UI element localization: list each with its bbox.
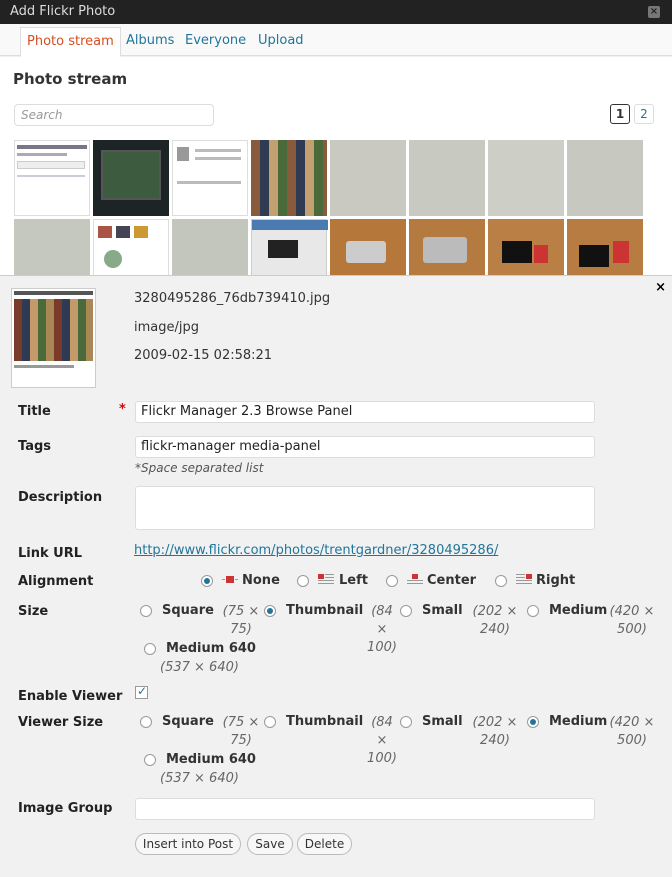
page-link[interactable]: 2 [634, 104, 654, 124]
tags-hint: *Space separated list [135, 461, 264, 475]
photo-thumbnail[interactable] [330, 140, 406, 216]
tab-photo-stream[interactable]: Photo stream [20, 27, 121, 57]
tab-albums[interactable]: Albums [120, 27, 180, 57]
tab-upload[interactable]: Upload [252, 27, 310, 57]
alignment-none-label: None [242, 573, 280, 588]
description-textarea[interactable] [135, 486, 595, 530]
align-center-icon [407, 574, 423, 584]
viewer-size-medium640-radio[interactable] [144, 754, 156, 766]
viewer-size-small-dims: (202 × 240) [472, 715, 518, 748]
save-button[interactable]: Save [247, 833, 293, 855]
size-small-label: Small [422, 603, 463, 618]
tags-input[interactable]: flickr-manager media-panel [135, 436, 595, 458]
viewer-size-small-radio[interactable] [400, 716, 412, 728]
viewer-size-small-label: Small [422, 714, 463, 729]
size-medium-label: Medium [549, 603, 608, 618]
size-square-dims: (75 × 75) [222, 604, 260, 637]
photo-thumbnail[interactable] [488, 140, 564, 216]
enable-viewer-checkbox[interactable] [135, 684, 148, 699]
viewer-size-medium640-label: Medium 640 [166, 752, 256, 767]
align-right-icon [516, 574, 532, 584]
photo-browser: Photo stream Search 1 2 [0, 57, 672, 275]
photo-thumbnail[interactable] [567, 140, 643, 216]
page-current: 1 [610, 104, 630, 124]
tab-everyone[interactable]: Everyone [179, 27, 252, 57]
delete-button[interactable]: Delete [297, 833, 352, 855]
viewer-size-thumbnail-dims: (84 × 100) [367, 715, 397, 766]
image-group-label: Image Group [18, 801, 113, 816]
size-thumbnail-label: Thumbnail [286, 603, 364, 618]
photo-date: 2009-02-15 02:58:21 [134, 348, 273, 363]
description-label: Description [18, 490, 103, 505]
size-thumbnail-dims: (84 × 100) [367, 604, 397, 655]
image-group-input[interactable] [135, 798, 595, 820]
size-label: Size [18, 604, 49, 619]
photo-filename: 3280495286_76db739410.jpg [134, 291, 331, 306]
dialog-title: Add Flickr Photo [10, 4, 116, 19]
size-medium-radio[interactable] [527, 605, 539, 617]
link-url[interactable]: http://www.flickr.com/photos/trentgardne… [134, 543, 498, 558]
photo-preview [11, 288, 96, 388]
viewer-size-square-label: Square [162, 714, 214, 729]
viewer-size-medium-radio[interactable] [527, 716, 539, 728]
photo-details-panel: × 3280495286_76db739410.jpg image/jpg 20… [0, 275, 672, 877]
viewer-size-thumbnail-radio[interactable] [264, 716, 276, 728]
alignment-center-label: Center [427, 573, 477, 588]
alignment-right-radio[interactable] [495, 575, 507, 587]
close-details-icon[interactable]: × [655, 280, 666, 295]
align-left-icon [318, 574, 334, 584]
viewer-size-medium640-dims: (537 × 640) [160, 771, 239, 786]
title-label: Title [18, 404, 51, 419]
photo-thumbnail[interactable] [172, 140, 248, 216]
size-small-radio[interactable] [400, 605, 412, 617]
dialog-titlebar: Add Flickr Photo × [0, 0, 672, 24]
size-medium640-radio[interactable] [144, 643, 156, 655]
link-url-label: Link URL [18, 546, 83, 561]
close-icon[interactable]: × [648, 6, 660, 18]
tab-bar: Photo stream Albums Everyone Upload [0, 24, 672, 57]
alignment-right-label: Right [536, 573, 576, 588]
photo-thumbnail[interactable] [488, 219, 564, 275]
photo-thumbnail[interactable] [330, 219, 406, 275]
required-marker: * [119, 402, 126, 417]
section-title: Photo stream [13, 70, 128, 88]
photo-thumbnail[interactable] [567, 219, 643, 275]
photo-thumbnail[interactable] [409, 140, 485, 216]
size-square-radio[interactable] [140, 605, 152, 617]
photo-thumbnail[interactable] [251, 140, 327, 216]
size-square-label: Square [162, 603, 214, 618]
alignment-left-label: Left [339, 573, 368, 588]
viewer-size-medium-label: Medium [549, 714, 608, 729]
alignment-none-radio[interactable] [201, 575, 213, 587]
photo-thumbnail[interactable] [251, 219, 328, 275]
viewer-size-medium-dims: (420 × 500) [609, 715, 655, 748]
photo-thumbnail[interactable] [409, 219, 485, 275]
alignment-left-radio[interactable] [297, 575, 309, 587]
photo-thumbnail[interactable] [93, 140, 169, 216]
photo-thumbnail[interactable] [14, 140, 90, 216]
enable-viewer-label: Enable Viewer [18, 689, 123, 704]
title-input[interactable]: Flickr Manager 2.3 Browse Panel [135, 401, 595, 423]
photo-thumbnail[interactable] [172, 219, 248, 275]
size-medium640-dims: (537 × 640) [160, 660, 239, 675]
align-none-icon [222, 576, 238, 583]
tags-label: Tags [18, 439, 52, 454]
insert-into-post-button[interactable]: Insert into Post [135, 833, 241, 855]
alignment-center-radio[interactable] [386, 575, 398, 587]
size-small-dims: (202 × 240) [472, 604, 518, 637]
size-medium640-label: Medium 640 [166, 641, 256, 656]
photo-mime-type: image/jpg [134, 320, 199, 335]
photo-thumbnail[interactable] [14, 219, 90, 275]
size-medium-dims: (420 × 500) [609, 604, 655, 637]
search-input[interactable]: Search [14, 104, 214, 126]
alignment-label: Alignment [18, 574, 94, 589]
photo-thumbnail[interactable] [93, 219, 169, 275]
viewer-size-square-dims: (75 × 75) [222, 715, 260, 748]
size-thumbnail-radio[interactable] [264, 605, 276, 617]
viewer-size-label: Viewer Size [18, 715, 104, 730]
viewer-size-thumbnail-label: Thumbnail [286, 714, 364, 729]
viewer-size-square-radio[interactable] [140, 716, 152, 728]
